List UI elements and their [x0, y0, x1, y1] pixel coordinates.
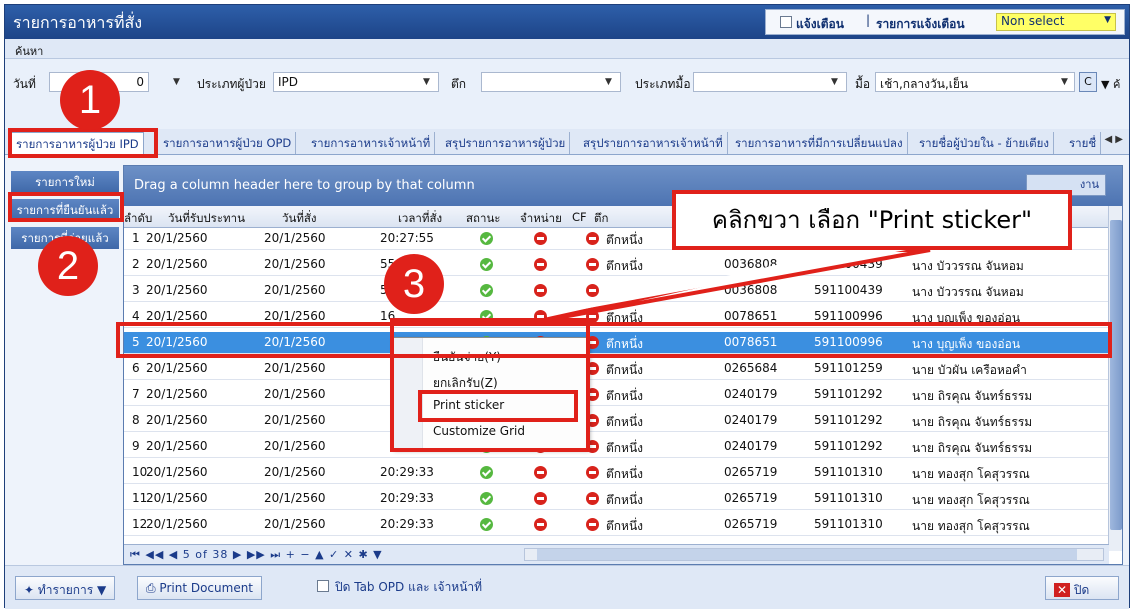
step-3-marker: 3 [384, 254, 444, 314]
step-1-marker: 1 [60, 70, 120, 130]
step-2-marker: 2 [38, 236, 98, 296]
callout-pointer [534, 246, 931, 324]
annotation-callout: คลิกขวา เลือก "Print sticker" [672, 190, 1072, 250]
